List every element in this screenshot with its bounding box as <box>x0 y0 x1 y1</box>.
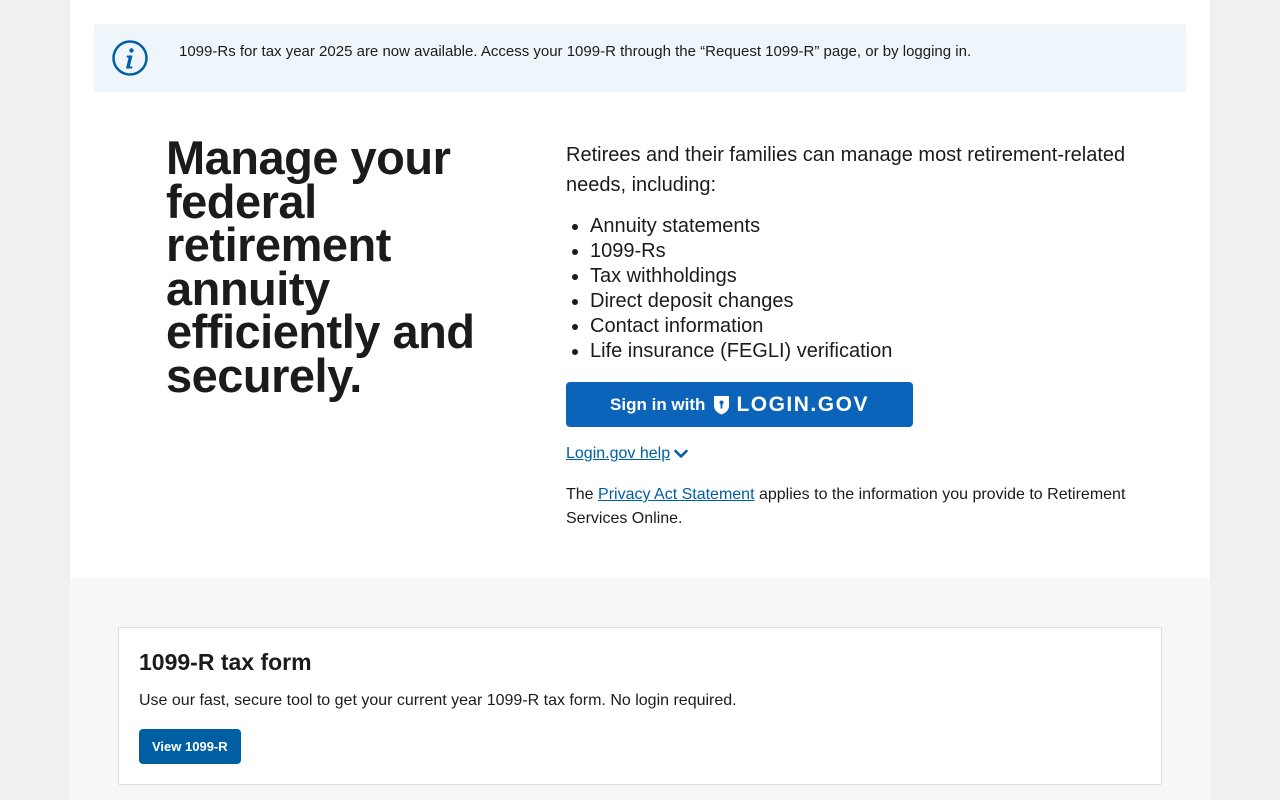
feature-list: Annuity statements 1099-Rs Tax withholdi… <box>566 214 1166 364</box>
hero-panel: 1099-Rs for tax year 2025 are now availa… <box>70 0 1210 578</box>
login-gov-sign-in-button[interactable]: Sign in with LOGIN.GOV <box>566 382 913 427</box>
tax-form-card: 1099-R tax form Use our fast, secure too… <box>118 627 1162 785</box>
privacy-notice: The Privacy Act Statement applies to the… <box>566 483 1166 531</box>
list-item: Direct deposit changes <box>590 289 1166 314</box>
hero-content: Retirees and their families can manage m… <box>566 140 1166 527</box>
login-gov-help-toggle[interactable]: Login.gov help <box>566 443 688 465</box>
list-item: Tax withholdings <box>590 264 1166 289</box>
shield-icon <box>714 395 730 414</box>
list-item: 1099-Rs <box>590 239 1166 264</box>
help-link-label: Login.gov help <box>566 445 671 462</box>
privacy-act-statement-link[interactable]: Privacy Act Statement <box>598 486 755 503</box>
page-container: 1099-Rs for tax year 2025 are now availa… <box>70 0 1210 800</box>
info-icon <box>112 40 148 76</box>
list-item: Life insurance (FEGLI) verification <box>590 339 1166 364</box>
hero-intro: Retirees and their families can manage m… <box>566 144 1126 196</box>
alert-message: 1099-Rs for tax year 2025 are now availa… <box>179 43 972 60</box>
sign-in-label: Sign in with <box>610 394 706 414</box>
info-alert: 1099-Rs for tax year 2025 are now availa… <box>94 24 1186 92</box>
card-title: 1099-R tax form <box>139 649 312 675</box>
privacy-text-before: The <box>566 486 599 503</box>
page-title: Manage your federal retirement annuity e… <box>166 131 475 402</box>
chevron-down-icon <box>674 449 688 458</box>
login-gov-logo-text: LOGIN.GOV <box>736 392 869 416</box>
list-item: Annuity statements <box>590 214 1166 239</box>
view-1099r-button[interactable]: View 1099-R <box>139 729 241 764</box>
card-description: Use our fast, secure tool to get your cu… <box>139 692 737 709</box>
list-item: Contact information <box>590 314 1166 339</box>
